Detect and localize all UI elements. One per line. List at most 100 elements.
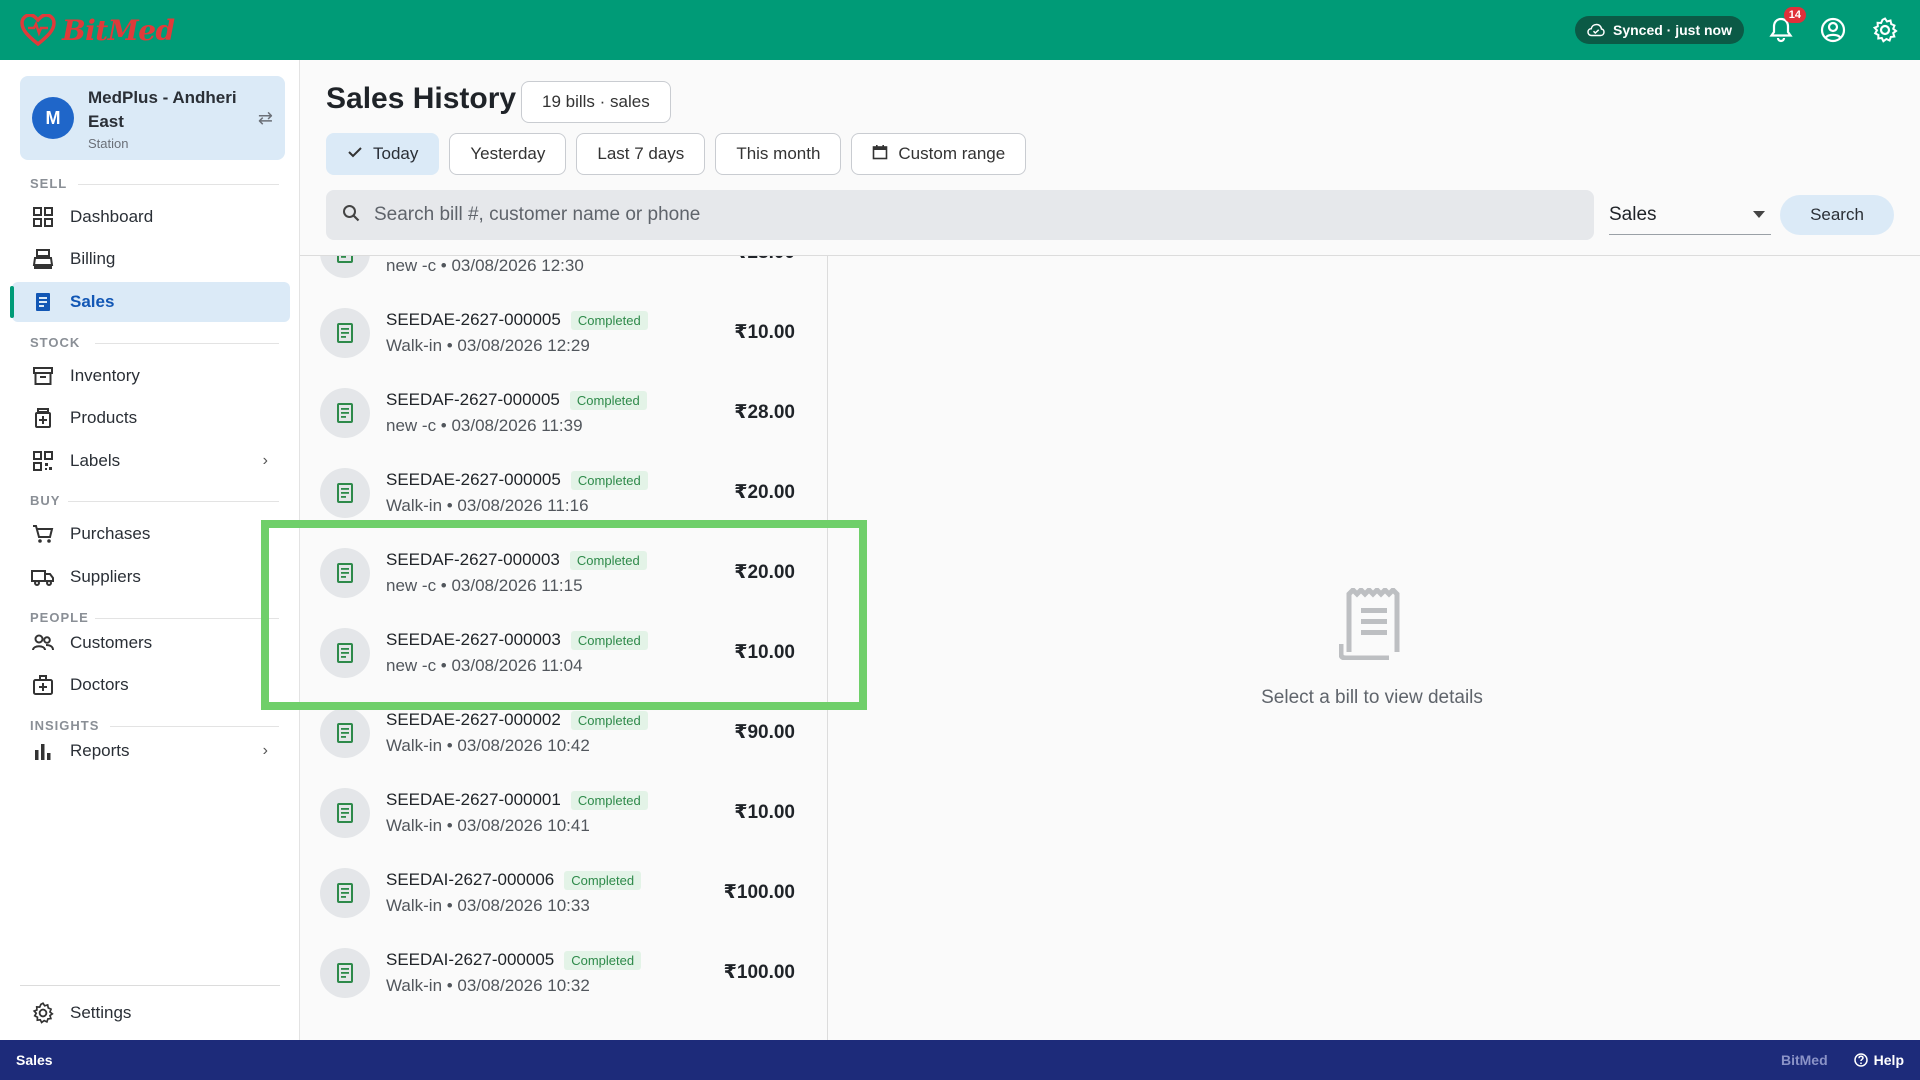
- chip-label: Today: [373, 144, 419, 163]
- notifications-button[interactable]: 14: [1766, 7, 1806, 45]
- chip-label: This month: [736, 144, 821, 163]
- bill-list-item[interactable]: SEEDAF-2627-000005 Completed new -c • 03…: [300, 373, 827, 453]
- help-button[interactable]: Help: [1853, 1052, 1904, 1068]
- bill-amount: ₹90.00: [734, 722, 795, 743]
- filter-this-month-chip[interactable]: This month: [715, 133, 842, 175]
- chip-label: Last 7 days: [597, 144, 685, 163]
- bill-list-item[interactable]: SEEDAI-2627-000006 Completed Walk-in • 0…: [300, 853, 827, 933]
- chip-label: Yesterday: [470, 144, 546, 163]
- medical-bag-icon: [30, 672, 56, 698]
- search-input[interactable]: [374, 204, 1474, 226]
- help-label: Help: [1873, 1052, 1904, 1068]
- bill-details-empty-state: Select a bill to view details: [1180, 586, 1564, 709]
- section-label-stock: STOCK: [30, 335, 81, 350]
- filter-last-7-days-chip[interactable]: Last 7 days: [576, 133, 706, 175]
- status-badge: Completed: [564, 870, 642, 890]
- heart-logo-icon: [20, 14, 56, 46]
- search-type-select[interactable]: Sales: [1609, 195, 1771, 235]
- sidebar-item-label: Billing: [70, 249, 116, 268]
- filter-custom-range-chip[interactable]: Custom range: [851, 133, 1027, 175]
- bill-amount: ₹100.00: [723, 882, 795, 903]
- sidebar-item-customers[interactable]: Customers: [12, 623, 290, 663]
- status-badge: Completed: [570, 790, 648, 810]
- sidebar-item-settings[interactable]: Settings: [12, 993, 290, 1033]
- status-badge: Completed: [569, 390, 647, 410]
- sidebar-item-dashboard[interactable]: Dashboard: [12, 197, 290, 237]
- sidebar-item-label: Purchases: [70, 524, 151, 543]
- sidebar-item-suppliers[interactable]: Suppliers: [12, 557, 290, 597]
- receipt-icon: [320, 388, 370, 438]
- chevron-down-icon: [1753, 211, 1765, 218]
- bill-customer-datetime: Walk-in • 03/08/2026 12:29: [386, 336, 590, 355]
- sidebar-item-label: Customers: [70, 633, 153, 652]
- bill-amount: ₹100.00: [723, 962, 795, 983]
- sidebar-item-label: Inventory: [70, 366, 140, 385]
- bill-customer-datetime: Walk-in • 03/08/2026 10:33: [386, 896, 590, 915]
- receipt-icon: [320, 788, 370, 838]
- bill-number: SEEDAE-2627-000002: [386, 710, 561, 729]
- medicine-bottle-icon: [30, 405, 56, 431]
- search-button[interactable]: Search: [1780, 195, 1894, 235]
- section-label-buy: BUY: [30, 493, 61, 508]
- receipt-icon: [320, 708, 370, 758]
- section-divider: [78, 184, 279, 185]
- sidebar-item-inventory[interactable]: Inventory: [12, 356, 290, 396]
- gear-icon: [1872, 17, 1898, 43]
- swap-icon[interactable]: ⇄: [258, 108, 273, 129]
- bar-chart-icon: [30, 738, 56, 764]
- station-switcher[interactable]: M MedPlus - Andheri East Station ⇄: [20, 76, 285, 160]
- sidebar-item-doctors[interactable]: Doctors: [12, 665, 290, 705]
- shopping-cart-icon: [30, 521, 56, 547]
- archive-box-icon: [30, 363, 56, 389]
- bill-list-item[interactable]: SEEDAI-2627-000005 Completed Walk-in • 0…: [300, 933, 827, 1013]
- sidebar-item-sales[interactable]: Sales: [10, 282, 290, 322]
- date-filter-group: Today Yesterday Last 7 days This month C…: [326, 133, 1027, 175]
- status-badge: Completed: [564, 950, 642, 970]
- receipt-icon: [30, 289, 56, 315]
- filter-yesterday-chip[interactable]: Yesterday: [449, 133, 567, 175]
- selection-highlight-box: [261, 520, 867, 710]
- settings-button[interactable]: [1870, 15, 1900, 45]
- sidebar-item-reports[interactable]: Reports ›: [12, 731, 290, 771]
- section-divider: [95, 343, 279, 344]
- empty-state-text: Select a bill to view details: [1261, 687, 1483, 708]
- search-icon: [342, 204, 360, 227]
- page-title: Sales History: [326, 82, 517, 115]
- account-button[interactable]: [1818, 15, 1848, 45]
- sidebar-item-label: Settings: [70, 1003, 132, 1022]
- qr-code-icon: [30, 448, 56, 474]
- truck-icon: [30, 564, 56, 590]
- bill-amount: ₹28.00: [734, 402, 795, 423]
- status-badge: Completed: [570, 310, 648, 330]
- filter-today-chip[interactable]: Today: [326, 133, 440, 175]
- sidebar-item-products[interactable]: Products: [12, 398, 290, 438]
- receipt-icon: [320, 948, 370, 998]
- sidebar-item-labels[interactable]: Labels ›: [12, 441, 290, 481]
- bill-number: SEEDAI-2627-000005: [386, 950, 555, 969]
- section-divider: [110, 726, 279, 727]
- sidebar-item-billing[interactable]: Billing: [12, 239, 290, 279]
- app-logo[interactable]: BitMed: [20, 14, 175, 47]
- status-bar: Sales BitMed Help: [0, 1040, 1920, 1080]
- status-bar-page: Sales: [16, 1052, 53, 1068]
- bill-number: SEEDAE-2627-000005: [386, 310, 561, 329]
- receipt-icon: [320, 468, 370, 518]
- calendar-icon: [872, 144, 888, 165]
- avatar: M: [32, 97, 74, 139]
- people-icon: [30, 630, 56, 656]
- bill-customer-datetime: Walk-in • 03/08/2026 10:42: [386, 736, 590, 755]
- sidebar-item-label: Suppliers: [70, 567, 141, 586]
- bill-list-item[interactable]: SEEDAE-2627-000001 Completed Walk-in • 0…: [300, 773, 827, 853]
- bill-list-item[interactable]: SEEDAE-2627-000005 Completed Walk-in • 0…: [300, 293, 827, 373]
- status-badge: Completed: [570, 470, 648, 490]
- chip-label: Custom range: [898, 144, 1006, 163]
- sidebar: M MedPlus - Andheri East Station ⇄ SELL …: [0, 60, 300, 1040]
- sync-status-badge[interactable]: Synced · just now: [1574, 16, 1744, 44]
- bill-number: SEEDAI-2627-000006: [386, 870, 555, 889]
- station-name: MedPlus - Andheri East: [88, 87, 237, 131]
- account-circle-icon: [1820, 17, 1846, 43]
- select-value: Sales: [1609, 203, 1657, 225]
- bill-amount: ₹10.00: [734, 322, 795, 343]
- sidebar-item-purchases[interactable]: Purchases: [12, 514, 290, 554]
- bill-list-item[interactable]: SEEDAE-2627-000006 Completed new -c • 03…: [300, 256, 827, 293]
